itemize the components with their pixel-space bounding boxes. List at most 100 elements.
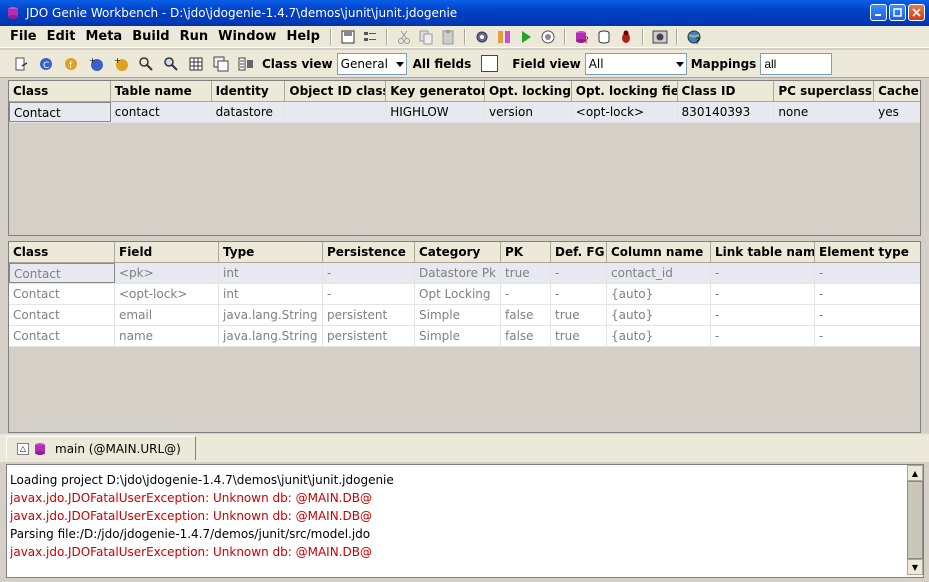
new-class-button[interactable] xyxy=(10,55,31,73)
schema-button[interactable] xyxy=(595,28,613,46)
column-header[interactable]: Def. FG xyxy=(551,242,607,262)
column-header[interactable]: PK xyxy=(501,242,551,262)
table-cell[interactable]: - xyxy=(323,284,415,304)
minimize-button[interactable] xyxy=(870,4,887,21)
run-button[interactable] xyxy=(517,28,535,46)
table-button[interactable] xyxy=(185,55,206,73)
column-header[interactable]: PC superclass xyxy=(774,81,875,101)
table-cell[interactable]: <opt-lock> xyxy=(572,102,678,122)
save-button[interactable] xyxy=(339,28,357,46)
table-cell[interactable]: - xyxy=(815,305,920,325)
column-header[interactable]: Element type xyxy=(815,242,920,262)
table-cell[interactable]: - xyxy=(551,284,607,304)
table-cell[interactable]: HIGHLOW xyxy=(386,102,485,122)
table-cell[interactable]: yes xyxy=(874,102,920,122)
bug-button[interactable] xyxy=(617,28,635,46)
table-cell[interactable]: java.lang.String xyxy=(219,326,323,346)
paste-button[interactable] xyxy=(439,28,457,46)
table-cell[interactable]: none xyxy=(774,102,875,122)
scroll-down-button[interactable]: ▼ xyxy=(907,559,923,575)
column-header[interactable]: Opt. locking field xyxy=(572,81,678,101)
cut-button[interactable] xyxy=(395,28,413,46)
table-cell[interactable]: datastore xyxy=(212,102,286,122)
class-button[interactable]: C xyxy=(35,55,56,73)
table-cell[interactable]: true xyxy=(501,263,551,283)
table-cell[interactable]: <pk> xyxy=(115,263,219,283)
scroll-up-button[interactable]: ▲ xyxy=(907,465,923,481)
table-cell[interactable]: false xyxy=(501,326,551,346)
compile-button[interactable] xyxy=(473,28,491,46)
collapse-triangle-icon[interactable]: △ xyxy=(17,442,29,455)
column-header[interactable]: Field xyxy=(115,242,219,262)
column-header[interactable]: Class xyxy=(9,242,115,262)
table-cell[interactable]: Datastore Pk xyxy=(415,263,501,283)
table-cell[interactable]: 830140393 xyxy=(678,102,775,122)
add-field-button[interactable]: + xyxy=(110,55,131,73)
scroll-thumb[interactable] xyxy=(907,481,923,559)
table-cell[interactable]: - xyxy=(711,305,815,325)
table-cell[interactable]: - xyxy=(551,263,607,283)
table-cell[interactable]: {auto} xyxy=(607,305,711,325)
tab-main[interactable]: △ main (@MAIN.URL@) xyxy=(6,436,196,460)
table-cell[interactable]: Contact xyxy=(9,305,115,325)
properties-button[interactable] xyxy=(361,28,379,46)
table-cell[interactable]: false xyxy=(501,305,551,325)
table-cell[interactable]: Contact xyxy=(9,284,115,304)
table-cell[interactable]: Simple xyxy=(415,326,501,346)
copy-button[interactable] xyxy=(417,28,435,46)
column-header[interactable]: Opt. locking xyxy=(485,81,572,101)
table-cell[interactable]: - xyxy=(711,284,815,304)
column-header[interactable]: Class xyxy=(9,81,111,101)
column-header[interactable]: Link table name xyxy=(711,242,815,262)
maximize-button[interactable] xyxy=(889,4,906,21)
find-class-button[interactable] xyxy=(135,55,156,73)
table-cell[interactable]: Simple xyxy=(415,305,501,325)
table-cell[interactable]: <opt-lock> xyxy=(115,284,219,304)
table-cell[interactable]: contact_id xyxy=(607,263,711,283)
search-button[interactable] xyxy=(160,55,181,73)
close-button[interactable] xyxy=(908,4,925,21)
table-cell[interactable]: - xyxy=(815,263,920,283)
column-header[interactable]: Cache xyxy=(874,81,920,101)
all-fields-checkbox[interactable] xyxy=(481,55,499,72)
table-cell[interactable]: version xyxy=(485,102,572,122)
database-button[interactable]: ? xyxy=(573,28,591,46)
table-cell[interactable]: {auto} xyxy=(607,326,711,346)
mappings-input[interactable] xyxy=(760,52,833,75)
table-row[interactable]: Contact email java.lang.String persisten… xyxy=(9,305,920,326)
table-row[interactable]: Contact <opt-lock> int - Opt Locking - -… xyxy=(9,284,920,305)
table-cell[interactable]: - xyxy=(711,326,815,346)
column-header[interactable]: Type xyxy=(219,242,323,262)
table-cell[interactable]: - xyxy=(815,284,920,304)
menu-meta[interactable]: Meta xyxy=(80,29,127,44)
column-header[interactable]: Table name xyxy=(111,81,212,101)
help-button[interactable]: ? xyxy=(685,28,703,46)
column-header[interactable]: Identity xyxy=(212,81,286,101)
table-cell[interactable]: Contact xyxy=(9,263,115,283)
table-cell[interactable]: true xyxy=(551,305,607,325)
table-cell[interactable]: name xyxy=(115,326,219,346)
menu-edit[interactable]: Edit xyxy=(42,29,81,44)
table-cell[interactable]: - xyxy=(815,326,920,346)
column-header[interactable]: Class ID xyxy=(678,81,775,101)
copy-mapping-button[interactable] xyxy=(210,55,231,73)
table-row[interactable]: Contact <pk> int - Datastore Pk true - c… xyxy=(9,263,920,284)
menu-build[interactable]: Build xyxy=(127,29,174,44)
table-cell[interactable]: {auto} xyxy=(607,284,711,304)
class-view-select[interactable]: General xyxy=(336,52,407,75)
column-header[interactable]: Object ID class xyxy=(285,81,387,101)
console-output[interactable]: Loading project D:\jdo\jdogenie-1.4.7\de… xyxy=(6,464,924,578)
debug-button[interactable] xyxy=(539,28,557,46)
table-cell[interactable]: email xyxy=(115,305,219,325)
add-class-button[interactable]: + xyxy=(85,55,106,73)
table-cell[interactable]: Contact xyxy=(9,326,115,346)
table-cell[interactable]: int xyxy=(219,284,323,304)
table-row[interactable]: Contact name java.lang.String persistent… xyxy=(9,326,920,347)
table-cell[interactable] xyxy=(285,102,387,122)
explorer-button[interactable] xyxy=(651,28,669,46)
table-cell[interactable]: - xyxy=(711,263,815,283)
vertical-scrollbar[interactable]: ▲ ▼ xyxy=(907,465,923,577)
column-header[interactable]: Category xyxy=(415,242,501,262)
field-button[interactable]: f xyxy=(60,55,81,73)
table-cell[interactable]: java.lang.String xyxy=(219,305,323,325)
